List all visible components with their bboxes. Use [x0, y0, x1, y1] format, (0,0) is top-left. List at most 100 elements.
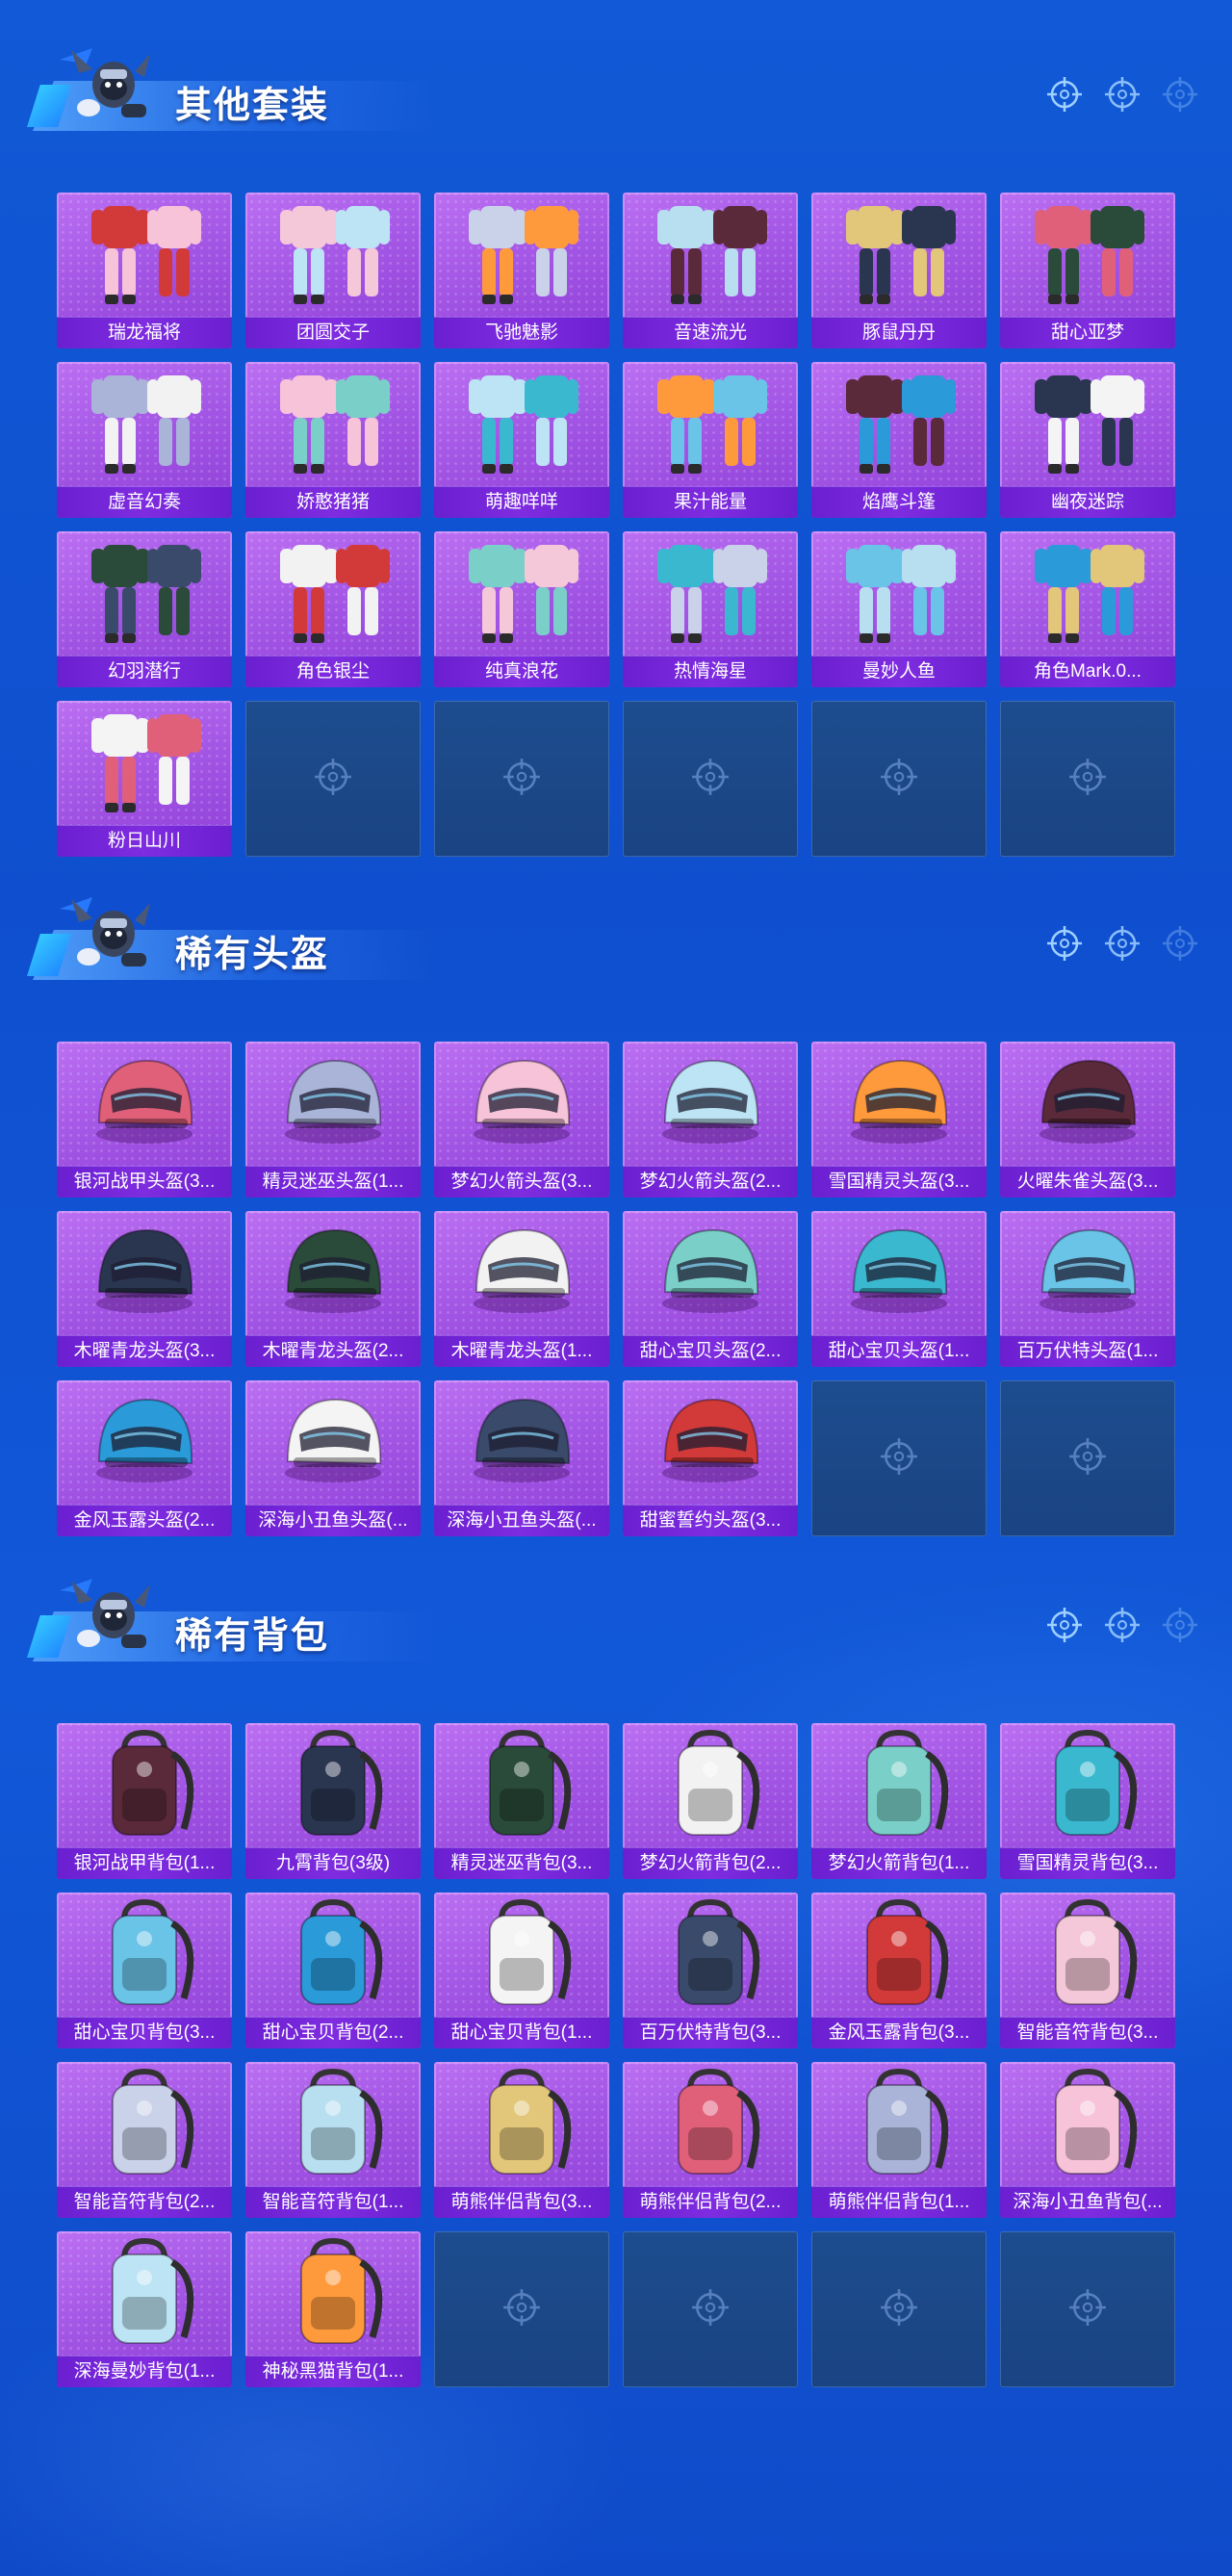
item-name: 梦幻火箭头盔(3... — [434, 1166, 609, 1198]
helmet-item-card[interactable]: 梦幻火箭头盔(3... — [434, 1042, 609, 1198]
outfit-item-card[interactable]: 纯真浪花 — [434, 531, 609, 687]
helmet-item-card[interactable]: 深海小丑鱼头盔(... — [434, 1380, 609, 1536]
outfit-item-card[interactable]: 幻羽潜行 — [57, 531, 232, 687]
outfit-item-card[interactable]: 果汁能量 — [623, 362, 798, 518]
outfit-item-card[interactable]: 热情海星 — [623, 531, 798, 687]
outfit-item-card[interactable]: 娇憨猪猪 — [245, 362, 421, 518]
item-name: 木曜青龙头盔(3... — [57, 1335, 232, 1367]
helmet-item-card[interactable]: 甜蜜誓约头盔(3... — [623, 1380, 798, 1536]
backpack-image — [434, 2062, 609, 2187]
backpack-item-card[interactable]: 智能音符背包(3... — [1000, 1893, 1175, 2048]
backpack-item-card[interactable]: 甜心宝贝背包(3... — [57, 1893, 232, 2048]
backpack-item-card[interactable]: 甜心宝贝背包(2... — [245, 1893, 421, 2048]
backpack-item-card[interactable]: 深海曼妙背包(1... — [57, 2231, 232, 2387]
outfit-item-card[interactable]: 萌趣咩咩 — [434, 362, 609, 518]
section-title: 其他套装 — [175, 86, 330, 126]
outfit-item-card[interactable]: 豚鼠丹丹 — [811, 193, 987, 348]
backpack-item-card[interactable]: 智能音符背包(1... — [245, 2062, 421, 2218]
backpack-item-card[interactable]: 甜心宝贝背包(1... — [434, 1893, 609, 2048]
item-name: 瑞龙福将 — [57, 317, 232, 348]
helmet-item-card[interactable]: 木曜青龙头盔(2... — [245, 1211, 421, 1367]
crosshair-icon — [690, 757, 731, 802]
backpack-item-card[interactable]: 萌熊伴侣背包(3... — [434, 2062, 609, 2218]
backpack-item-card[interactable]: 智能音符背包(2... — [57, 2062, 232, 2218]
item-name: 甜心宝贝头盔(2... — [623, 1335, 798, 1367]
helmet-image — [623, 1380, 798, 1506]
helmet-item-card[interactable]: 雪国精灵头盔(3... — [811, 1042, 987, 1198]
outfit-item-card[interactable]: 幽夜迷踪 — [1000, 362, 1175, 518]
outfit-item-card[interactable]: 音速流光 — [623, 193, 798, 348]
helmet-image — [623, 1042, 798, 1167]
item-name: 角色Mark.0... — [1000, 656, 1175, 687]
outfit-image — [57, 362, 232, 487]
outfit-item-card[interactable]: 角色Mark.0... — [1000, 531, 1175, 687]
empty-slot — [623, 2231, 798, 2387]
helmet-item-card[interactable]: 银河战甲头盔(3... — [57, 1042, 232, 1198]
item-name: 银河战甲头盔(3... — [57, 1166, 232, 1198]
item-name: 甜心宝贝头盔(1... — [811, 1335, 987, 1367]
outfit-image — [57, 531, 232, 657]
backpack-item-card[interactable]: 梦幻火箭背包(2... — [623, 1723, 798, 1879]
backpack-image — [1000, 2062, 1175, 2187]
backpack-item-card[interactable]: 银河战甲背包(1... — [57, 1723, 232, 1879]
backpack-item-card[interactable]: 神秘黑猫背包(1... — [245, 2231, 421, 2387]
crosshair-icon — [879, 757, 919, 802]
item-name: 智能音符背包(1... — [245, 2186, 421, 2218]
outfit-item-card[interactable]: 飞驰魅影 — [434, 193, 609, 348]
outfit-image — [623, 531, 798, 657]
empty-slot — [811, 2231, 987, 2387]
helmet-item-card[interactable]: 甜心宝贝头盔(2... — [623, 1211, 798, 1367]
backpack-item-card[interactable]: 萌熊伴侣背包(1... — [811, 2062, 987, 2218]
outfit-item-card[interactable]: 曼妙人鱼 — [811, 531, 987, 687]
backpack-item-card[interactable]: 百万伏特背包(3... — [623, 1893, 798, 2048]
outfit-image — [811, 193, 987, 318]
backpack-image — [811, 1723, 987, 1848]
backpack-item-card[interactable]: 九霄背包(3级) — [245, 1723, 421, 1879]
backpack-item-card[interactable]: 深海小丑鱼背包(... — [1000, 2062, 1175, 2218]
backpack-image — [623, 2062, 798, 2187]
backpack-image — [245, 2231, 421, 2357]
backpack-item-card[interactable]: 萌熊伴侣背包(2... — [623, 2062, 798, 2218]
outfit-item-card[interactable]: 粉日山川 — [57, 701, 232, 857]
crosshair-icon — [501, 2287, 542, 2332]
helmet-item-card[interactable]: 甜心宝贝头盔(1... — [811, 1211, 987, 1367]
helmet-image — [1000, 1211, 1175, 1336]
backpack-image — [623, 1893, 798, 2018]
outfit-item-card[interactable]: 甜心亚梦 — [1000, 193, 1175, 348]
section-title: 稀有背包 — [175, 1616, 330, 1657]
helmet-item-card[interactable]: 金风玉露头盔(2... — [57, 1380, 232, 1536]
section-header: 其他套装 — [27, 39, 437, 135]
outfit-item-card[interactable]: 团圆交子 — [245, 193, 421, 348]
helmet-item-card[interactable]: 百万伏特头盔(1... — [1000, 1211, 1175, 1367]
backpack-item-card[interactable]: 雪国精灵背包(3... — [1000, 1723, 1175, 1879]
outfit-item-card[interactable]: 焰鹰斗篷 — [811, 362, 987, 518]
item-name: 深海曼妙背包(1... — [57, 2356, 232, 2387]
helmet-image — [434, 1042, 609, 1167]
outfit-item-card[interactable]: 瑞龙福将 — [57, 193, 232, 348]
item-name: 木曜青龙头盔(2... — [245, 1335, 421, 1367]
item-name: 萌熊伴侣背包(1... — [811, 2186, 987, 2218]
item-name: 萌趣咩咩 — [434, 486, 609, 518]
crosshair-icon — [1067, 2287, 1108, 2332]
outfit-item-card[interactable]: 虚音幻奏 — [57, 362, 232, 518]
backpack-item-card[interactable]: 精灵迷巫背包(3... — [434, 1723, 609, 1879]
backpack-image — [623, 1723, 798, 1848]
crosshair-icon — [1103, 1606, 1142, 1644]
item-name: 粉日山川 — [57, 825, 232, 857]
crosshair-icon — [879, 2287, 919, 2332]
helmet-item-card[interactable]: 精灵迷巫头盔(1... — [245, 1042, 421, 1198]
helmet-item-card[interactable]: 火曜朱雀头盔(3... — [1000, 1042, 1175, 1198]
backpack-item-card[interactable]: 梦幻火箭背包(1... — [811, 1723, 987, 1879]
item-name: 角色银尘 — [245, 656, 421, 687]
backpack-image — [434, 1893, 609, 2018]
helmet-item-card[interactable]: 梦幻火箭头盔(2... — [623, 1042, 798, 1198]
helmet-item-card[interactable]: 木曜青龙头盔(1... — [434, 1211, 609, 1367]
helmet-item-card[interactable]: 深海小丑鱼头盔(... — [245, 1380, 421, 1536]
item-name: 梦幻火箭头盔(2... — [623, 1166, 798, 1198]
item-name: 幻羽潜行 — [57, 656, 232, 687]
crosshair-icon — [1067, 1436, 1108, 1481]
backpack-item-card[interactable]: 金风玉露背包(3... — [811, 1893, 987, 2048]
helmet-item-card[interactable]: 木曜青龙头盔(3... — [57, 1211, 232, 1367]
outfit-item-card[interactable]: 角色银尘 — [245, 531, 421, 687]
crosshair-icon — [1161, 1606, 1199, 1644]
